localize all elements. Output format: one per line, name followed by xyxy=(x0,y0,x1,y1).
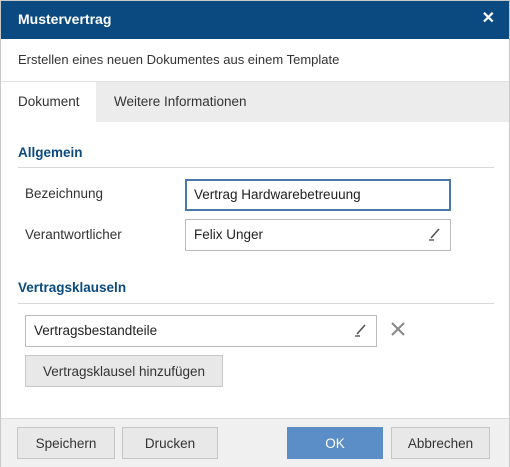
verantwortlicher-label: Verantwortlicher xyxy=(25,227,122,242)
ok-button[interactable]: OK xyxy=(287,427,383,459)
bezeichnung-input[interactable]: Vertrag Hardwarebetreuung xyxy=(185,179,451,211)
remove-icon[interactable] xyxy=(389,320,407,338)
print-button[interactable]: Drucken xyxy=(122,427,218,459)
bezeichnung-label: Bezeichnung xyxy=(25,186,104,201)
tab-dokument[interactable]: Dokument xyxy=(1,82,96,122)
section-title-allgemein: Allgemein xyxy=(18,145,83,160)
tab-bar: Dokument Weitere Informationen xyxy=(1,81,509,122)
dialog-window: Mustervertrag ✕ Erstellen eines neuen Do… xyxy=(0,0,510,467)
verantwortlicher-field[interactable]: Felix Unger xyxy=(185,219,451,251)
add-vertragsklausel-button[interactable]: Vertragsklausel hinzufügen xyxy=(25,355,223,387)
dialog-title: Mustervertrag xyxy=(18,11,112,27)
section-title-vertragsklauseln: Vertragsklauseln xyxy=(18,280,127,295)
verantwortlicher-value: Felix Unger xyxy=(194,227,264,242)
save-button[interactable]: Speichern xyxy=(17,427,115,459)
vertragsklausel-value: Vertragsbestandteile xyxy=(34,323,158,338)
title-bar: Mustervertrag ✕ xyxy=(1,1,509,39)
dialog-footer: Speichern Drucken OK Abbrechen xyxy=(1,418,509,467)
bezeichnung-value: Vertrag Hardwarebetreuung xyxy=(194,187,361,202)
vertragsklausel-field[interactable]: Vertragsbestandteile xyxy=(25,315,377,347)
pencil-icon[interactable] xyxy=(428,226,442,242)
section-divider xyxy=(18,303,494,304)
cancel-button[interactable]: Abbrechen xyxy=(391,427,490,459)
dialog-subtitle: Erstellen eines neuen Dokumentes aus ein… xyxy=(18,52,340,67)
close-icon[interactable]: ✕ xyxy=(482,10,495,28)
section-divider xyxy=(18,167,494,168)
pencil-icon[interactable] xyxy=(354,322,368,338)
tab-weitere-informationen[interactable]: Weitere Informationen xyxy=(97,82,264,122)
